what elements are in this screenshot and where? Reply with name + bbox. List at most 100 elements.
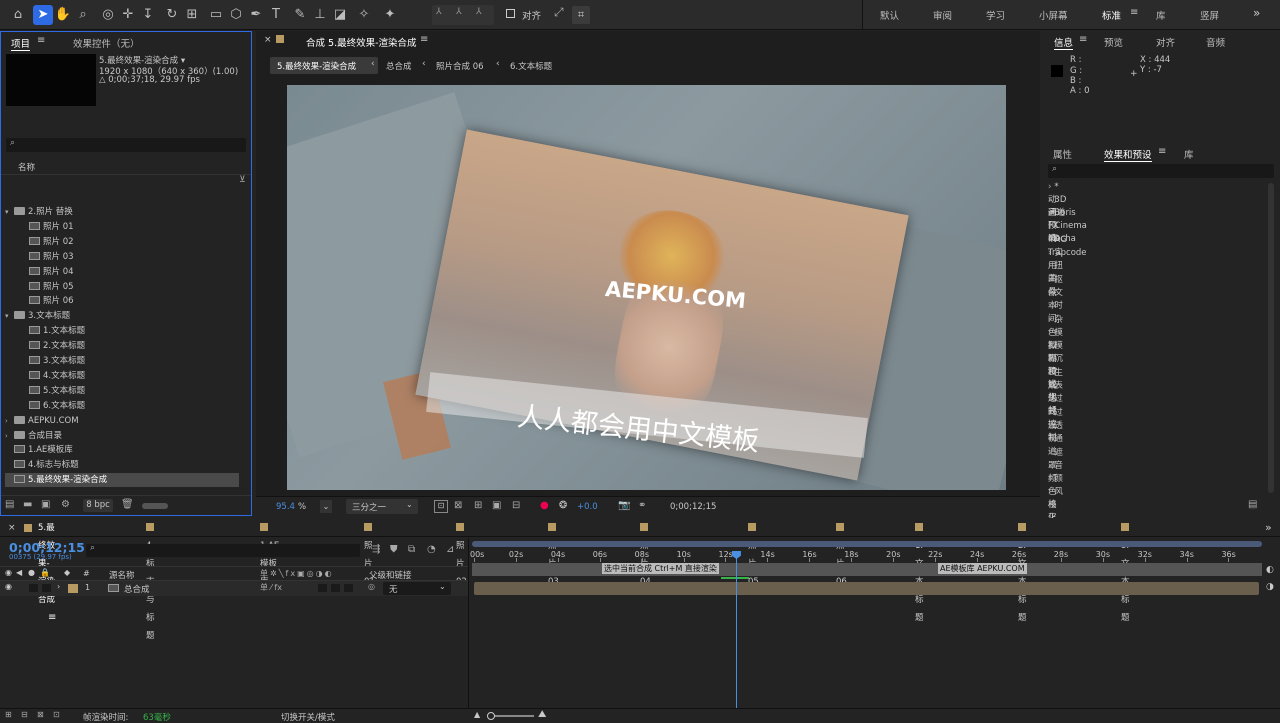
snap-options-icon[interactable]: ⤢ [554, 5, 564, 20]
column-parent-link[interactable]: 父级和链接 [369, 569, 412, 581]
grid-options-icon[interactable]: ⊟ [512, 500, 520, 511]
column-name-header[interactable]: 名称 [18, 161, 35, 173]
local-axis-icon[interactable]: ⅄ [436, 7, 442, 17]
new-folder-icon[interactable]: ▬ [23, 499, 32, 510]
orbit-camera-icon[interactable]: ◎ [98, 5, 118, 25]
project-item[interactable]: 2.文本标题 [29, 339, 239, 353]
layer-duration-bar[interactable] [474, 582, 1259, 595]
tab-properties[interactable]: 属性 [1053, 147, 1072, 161]
timeline-tab[interactable]: 4.标志与标题 [146, 519, 162, 641]
project-item[interactable]: 4.标志与标题 [5, 458, 239, 472]
workspace-standard[interactable]: 标准 [1102, 8, 1121, 22]
chevron-down-icon[interactable]: ⌄ [320, 500, 332, 513]
zoom-value[interactable]: 95.4 [276, 502, 295, 512]
current-timecode[interactable]: 0;00;12;15 [670, 502, 716, 512]
project-item[interactable]: 1.AE模板库 [5, 443, 239, 457]
project-item[interactable]: 3.文本标题 [29, 354, 239, 368]
timeline-tab[interactable]: 照片 05 [748, 519, 764, 587]
effect-category[interactable]: › 遮罩 [1048, 447, 1063, 471]
column-source-name[interactable]: 源名称 [109, 569, 135, 581]
breadcrumb-active[interactable]: 5.最终效果-渲染合成 [270, 57, 378, 74]
effects-search-input[interactable]: ⌕ [1048, 164, 1274, 178]
effect-category[interactable]: › Cinema 4D [1048, 220, 1087, 244]
timeline-tab[interactable]: 照片 06 [836, 519, 852, 587]
frame-blending-icon[interactable]: ⧉ [408, 544, 415, 555]
audio-icon[interactable]: ◀ [16, 568, 22, 577]
effect-category[interactable]: › 杂色和颗粒 [1048, 314, 1063, 377]
status-toggle-icon[interactable]: ⊞ [5, 710, 12, 719]
selection-tool-icon[interactable]: ➤ [33, 5, 53, 25]
comp-marker-1[interactable]: 选中当前合成 Ctrl+M 直接渲染 [602, 563, 719, 574]
view-axis-icon[interactable]: ⅄ [476, 7, 482, 17]
timeline-search-input[interactable]: ⌕ [86, 543, 360, 557]
effect-category[interactable]: › 表达式控制 [1048, 380, 1063, 443]
tab-project[interactable]: 项目 [11, 36, 31, 51]
zoom-in-icon[interactable]: ⛰ [538, 709, 546, 720]
guide-options-icon[interactable]: ▣ [492, 500, 501, 511]
rotate-tool-icon[interactable]: ↻ [162, 5, 182, 25]
color-channels-icon[interactable]: ● [540, 500, 549, 511]
breadcrumb-item[interactable]: 5.最终效果-渲染合成 [277, 60, 356, 72]
workspace-learn[interactable]: 学习 [986, 8, 1005, 22]
project-folder[interactable]: › 合成目录 [5, 429, 239, 443]
tab-preview[interactable]: 预览 [1104, 35, 1123, 49]
3d-cube-icon[interactable]: ⬡ [226, 5, 246, 25]
resolution-select[interactable]: 三分之一 ⌄ [346, 499, 418, 514]
workspace-default[interactable]: 默认 [880, 8, 899, 22]
zoom-in-timeline-icon[interactable]: ◐ [1266, 565, 1274, 575]
workspace-small-screen[interactable]: 小屏幕 [1039, 8, 1068, 22]
project-item[interactable]: 照片 01 [29, 220, 239, 234]
interpret-footage-icon[interactable]: ▤ [5, 499, 14, 510]
label-color-swatch[interactable] [68, 584, 78, 593]
effect-category[interactable]: › RG Trapcode [1048, 234, 1087, 258]
mask-visibility-icon[interactable]: ⊞ [474, 500, 482, 511]
effect-category[interactable]: › 生成 [1048, 367, 1063, 391]
effect-category[interactable]: › 透视 [1048, 420, 1063, 444]
project-search-input[interactable]: ⌕ [6, 138, 246, 152]
project-item[interactable]: 5.最终效果-渲染合成 [5, 473, 239, 488]
project-item[interactable]: 6.文本标题 [29, 399, 239, 413]
panel-menu-icon[interactable]: ≡ [420, 34, 428, 45]
project-item[interactable]: 照片 06 [29, 294, 239, 308]
chevron-down-icon[interactable]: ▾ [5, 309, 14, 323]
playhead[interactable] [731, 551, 741, 708]
label-icon[interactable]: ◆ [64, 568, 70, 577]
project-folder[interactable]: › AEPKU.COM [5, 414, 239, 428]
toggle-switches-modes[interactable]: 切换开关/模式 [281, 711, 335, 723]
composition-viewer[interactable]: AEPKU.COM 人人都会用中文模板 [287, 85, 1006, 490]
world-axis-icon[interactable]: ⅄ [456, 7, 462, 17]
switch-toggle[interactable] [318, 584, 327, 592]
effect-category[interactable]: › 通道 [1048, 433, 1063, 457]
shy-layers-icon[interactable]: ⛊ [390, 544, 398, 555]
project-folder[interactable]: ▾ 3.文本标题 [5, 309, 239, 323]
timeline-tab[interactable]: 1.AE模板库 [260, 519, 279, 587]
project-item[interactable]: 照片 03 [29, 250, 239, 264]
effects-scrollbar[interactable] [1268, 183, 1274, 493]
solo-icon[interactable]: ● [28, 568, 35, 577]
effect-category[interactable]: › 实用工具 [1048, 247, 1063, 297]
parent-select[interactable]: 无 ⌄ [383, 582, 451, 595]
lock-toggle[interactable] [42, 584, 51, 592]
tab-library[interactable]: 库 [1184, 147, 1194, 161]
motion-blur-icon[interactable]: ◔ [427, 544, 436, 555]
eye-icon[interactable]: ◉ [5, 568, 12, 577]
tab-align[interactable]: 对齐 [1156, 35, 1175, 49]
comp-mini-flowchart-icon[interactable]: ⇶ [372, 544, 380, 555]
panel-menu-icon[interactable]: ≡ [1158, 146, 1166, 157]
thumbnail-slider[interactable] [142, 503, 168, 509]
timeline-tab[interactable]: 照片 04 [640, 519, 656, 587]
timeline-tab[interactable]: 照片 01 [364, 519, 380, 587]
region-of-interest-icon[interactable]: ⊡ [434, 500, 448, 513]
chevron-down-icon[interactable]: ▾ [5, 205, 14, 219]
layer-name[interactable]: 总合成 [124, 583, 150, 595]
zoom-tool-icon[interactable]: ⌕ [73, 5, 93, 25]
timeline-tab[interactable]: 1.文本标题 [915, 519, 931, 623]
timeline-tab[interactable]: 5.最终效果-渲染合成≡ [38, 519, 56, 623]
show-snapshot-icon[interactable]: ⚭ [638, 500, 646, 511]
color-management-icon[interactable]: ❂ [559, 500, 567, 511]
bit-depth-button[interactable]: 8 bpc [83, 499, 113, 512]
close-icon[interactable]: × [8, 523, 16, 533]
effect-category[interactable]: › 扭曲 [1048, 260, 1063, 284]
effect-category[interactable]: ›颜色校正 [1048, 473, 1063, 523]
snap-grid-icon[interactable]: ⌗ [572, 6, 590, 24]
